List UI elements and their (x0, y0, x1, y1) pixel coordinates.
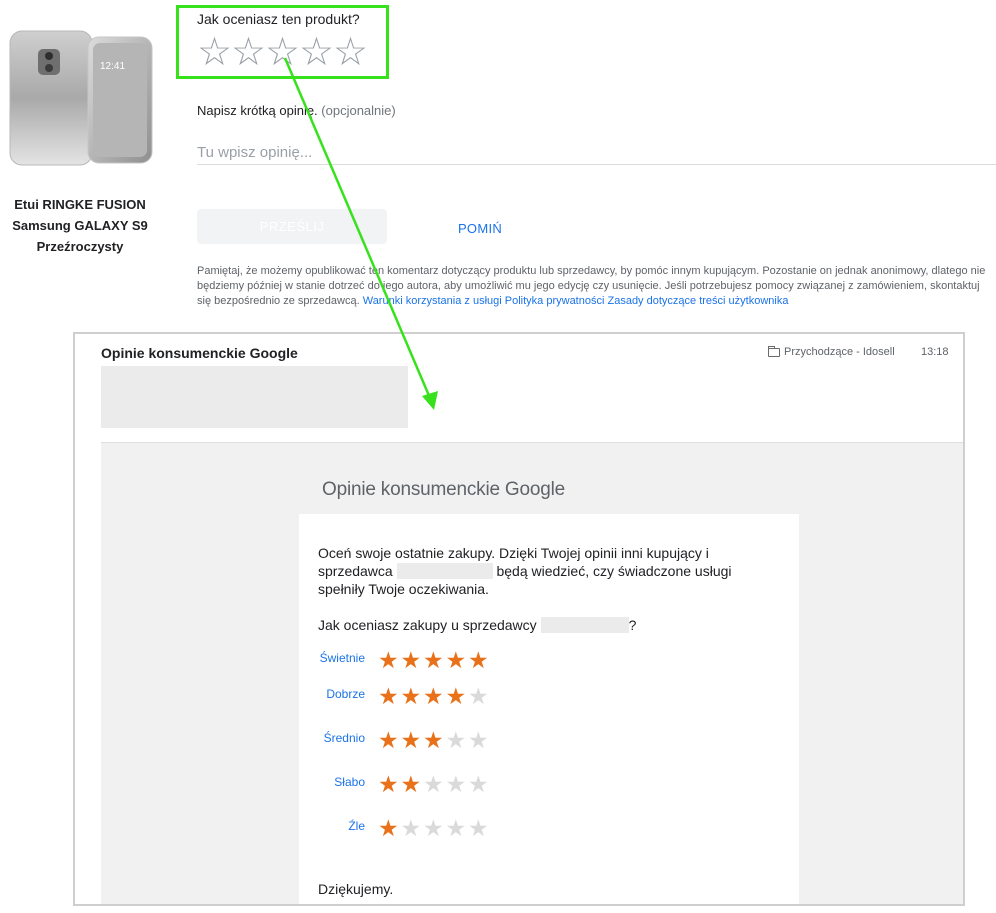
skip-button[interactable]: POMIŃ (438, 213, 522, 243)
product-image: 12:41 (9, 30, 153, 166)
star-filled-icon[interactable]: ★ (400, 730, 423, 753)
terms-link[interactable]: Warunki korzystania z usługi (363, 295, 502, 307)
star-filled-icon[interactable]: ★ (445, 650, 468, 673)
submit-button[interactable]: PRZEŚLIJ (197, 209, 387, 244)
email-card: Oceń swoje ostatnie zakupy. Dzięki Twoje… (299, 514, 799, 904)
star-filled-icon[interactable]: ★ (422, 686, 445, 709)
star-empty-icon[interactable]: ★ (422, 818, 445, 841)
rating-label[interactable]: Świetnie (318, 650, 365, 665)
review-label-text: Napisz krótką opinię. (197, 103, 318, 118)
highlight-annotation (176, 5, 389, 79)
email-time: 13:18 (921, 346, 949, 358)
rating-stars-2[interactable]: ★ ★ ★ ★ ★ (377, 774, 490, 797)
disclaimer: Pamiętaj, że możemy opublikować ten kome… (197, 264, 996, 309)
review-optional: (opcjonalnie) (321, 103, 396, 118)
rating-stars-5[interactable]: ★ ★ ★ ★ ★ (377, 650, 490, 673)
product-name: Etui RINGKE FUSION Samsung GALAXY S9 Prz… (12, 197, 148, 254)
star-empty-icon[interactable]: ★ (422, 774, 445, 797)
star-filled-icon[interactable]: ★ (422, 650, 445, 673)
rating-option-5[interactable]: Świetnie ★ ★ ★ ★ ★ (318, 650, 490, 673)
rating-label[interactable]: Słabo (318, 774, 365, 789)
star-empty-icon[interactable]: ★ (467, 730, 490, 753)
email-thanks: Dziękujemy. (318, 881, 394, 897)
review-label: Napisz krótką opinię. (opcjonalnie) (197, 103, 396, 118)
star-empty-icon[interactable]: ★ (445, 730, 468, 753)
star-filled-icon[interactable]: ★ (377, 730, 400, 753)
rating-stars-1[interactable]: ★ ★ ★ ★ ★ (377, 818, 490, 841)
email-question: Jak oceniasz zakupy u sprzedawcy ? (318, 617, 636, 633)
rating-option-3[interactable]: Średnio ★ ★ ★ ★ ★ (318, 730, 490, 753)
svg-text:12:41: 12:41 (100, 61, 125, 72)
email-intro: Oceń swoje ostatnie zakupy. Dzięki Twoje… (318, 544, 738, 598)
rating-label[interactable]: Dobrze (318, 686, 365, 701)
email-brand: Opinie konsumenckie Google (322, 479, 565, 500)
rating-stars-4[interactable]: ★ ★ ★ ★ ★ (377, 686, 490, 709)
rating-label[interactable]: Źle (318, 818, 365, 833)
review-input[interactable] (197, 141, 996, 165)
redacted-seller (540, 617, 629, 633)
privacy-link[interactable]: Polityka prywatności (505, 295, 605, 307)
star-empty-icon[interactable]: ★ (467, 774, 490, 797)
star-empty-icon[interactable]: ★ (467, 686, 490, 709)
star-filled-icon[interactable]: ★ (377, 774, 400, 797)
rating-option-1[interactable]: Źle ★ ★ ★ ★ ★ (318, 818, 490, 841)
redacted-block (101, 366, 408, 428)
star-filled-icon[interactable]: ★ (400, 650, 423, 673)
rating-option-4[interactable]: Dobrze ★ ★ ★ ★ ★ (318, 686, 490, 709)
star-filled-icon[interactable]: ★ (445, 686, 468, 709)
email-folder-name: Przychodzące - Idosell (784, 346, 895, 358)
question-text-1: Jak oceniasz zakupy u sprzedawcy (318, 617, 537, 633)
content-policy-link[interactable]: Zasady dotyczące treści użytkownika (607, 295, 788, 307)
email-body: Opinie konsumenckie Google Oceń swoje os… (101, 442, 963, 904)
star-filled-icon[interactable]: ★ (377, 686, 400, 709)
email-sender: Opinie konsumenckie Google (101, 345, 298, 361)
email-folder: Przychodzące - Idosell (768, 345, 895, 358)
star-filled-icon[interactable]: ★ (400, 774, 423, 797)
star-filled-icon[interactable]: ★ (422, 730, 445, 753)
rating-option-2[interactable]: Słabo ★ ★ ★ ★ ★ (318, 774, 490, 797)
question-text-2: ? (628, 617, 637, 633)
star-empty-icon[interactable]: ★ (400, 818, 423, 841)
email-preview: Opinie konsumenckie Google Przychodzące … (73, 332, 965, 906)
star-empty-icon[interactable]: ★ (445, 774, 468, 797)
star-filled-icon[interactable]: ★ (400, 686, 423, 709)
star-filled-icon[interactable]: ★ (467, 650, 490, 673)
star-empty-icon[interactable]: ★ (445, 818, 468, 841)
rating-stars-3[interactable]: ★ ★ ★ ★ ★ (377, 730, 490, 753)
rating-label[interactable]: Średnio (318, 730, 365, 745)
star-filled-icon[interactable]: ★ (377, 818, 400, 841)
star-filled-icon[interactable]: ★ (377, 650, 400, 673)
redacted-seller (396, 563, 493, 579)
folder-icon (768, 345, 780, 357)
star-empty-icon[interactable]: ★ (467, 818, 490, 841)
